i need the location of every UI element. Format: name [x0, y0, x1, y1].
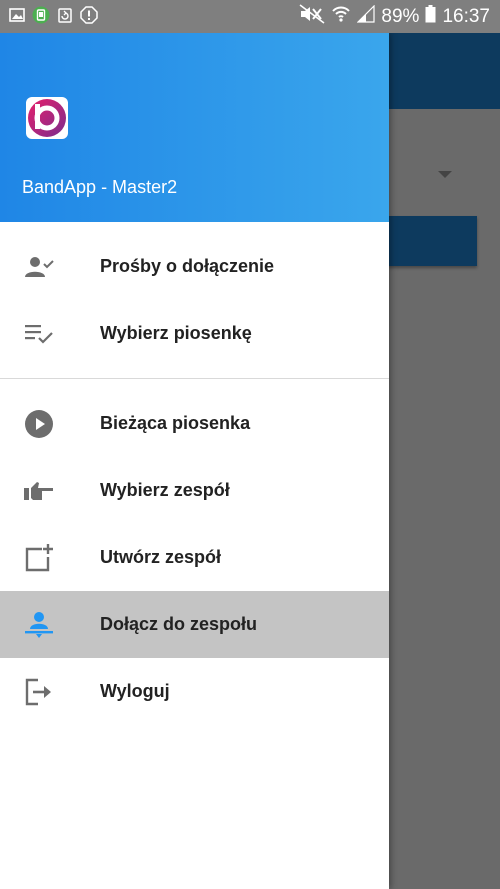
alert-icon: [80, 6, 98, 24]
status-bar: 89% 16:37: [0, 0, 500, 33]
notification-icons: [8, 6, 98, 24]
menu-item-join-requests[interactable]: Prośby o dołączenie: [0, 233, 389, 300]
menu-item-label: Wyloguj: [100, 681, 170, 701]
person-join-icon: [22, 610, 56, 640]
system-status: 89% 16:37: [299, 4, 490, 30]
app-logo-icon: [26, 97, 68, 139]
menu-group-requests: Prośby o dołączenie Wybierz piosenkę: [0, 233, 389, 367]
menu-group-band: Bieżąca piosenka Wybierz zespół Utwórz z…: [0, 390, 389, 725]
menu-item-choose-band[interactable]: Wybierz zespół: [0, 457, 389, 524]
menu-item-choose-song[interactable]: Wybierz piosenkę: [0, 300, 389, 367]
add-box-icon: [22, 543, 56, 573]
menu-item-current-song[interactable]: Bieżąca piosenka: [0, 390, 389, 457]
drawer-header: BandApp - Master2: [0, 33, 389, 222]
image-icon: [8, 6, 26, 24]
menu-item-label: Dołącz do zespołu: [100, 614, 258, 634]
hand-point-icon: [22, 476, 56, 506]
person-check-icon: [22, 252, 56, 282]
menu-divider: [0, 378, 389, 379]
dropdown-caret-icon: [438, 171, 452, 178]
navigation-drawer: BandApp - Master2 Prośby o dołączenie Wy…: [0, 33, 389, 889]
menu-item-label: Wybierz zespół: [100, 480, 230, 500]
playlist-check-icon: [22, 319, 56, 349]
menu-item-label: Prośby o dołączenie: [100, 256, 275, 276]
menu-item-label: Wybierz piosenkę: [100, 323, 252, 343]
battery-icon: [425, 5, 436, 29]
menu-item-join-band[interactable]: Dołącz do zespołu: [0, 591, 389, 658]
menu-item-logout[interactable]: Wyloguj: [0, 658, 389, 725]
app-title: BandApp - Master2: [22, 177, 178, 197]
recycle-icon: [56, 6, 74, 24]
menu-item-label: Utwórz zespół: [100, 547, 222, 567]
signal-icon: [356, 4, 376, 29]
mute-icon: [299, 4, 325, 30]
background-button: [388, 216, 477, 266]
battery-level: 89%: [381, 6, 420, 27]
logout-icon: [22, 677, 56, 707]
play-circle-icon: [22, 409, 56, 439]
menu-item-label: Bieżąca piosenka: [100, 413, 251, 433]
background-toolbar: [388, 33, 500, 109]
wifi-icon: [331, 4, 351, 30]
menu-item-create-band[interactable]: Utwórz zespół: [0, 524, 389, 591]
android-debug-icon: [32, 6, 50, 24]
clock: 16:37: [442, 6, 490, 27]
